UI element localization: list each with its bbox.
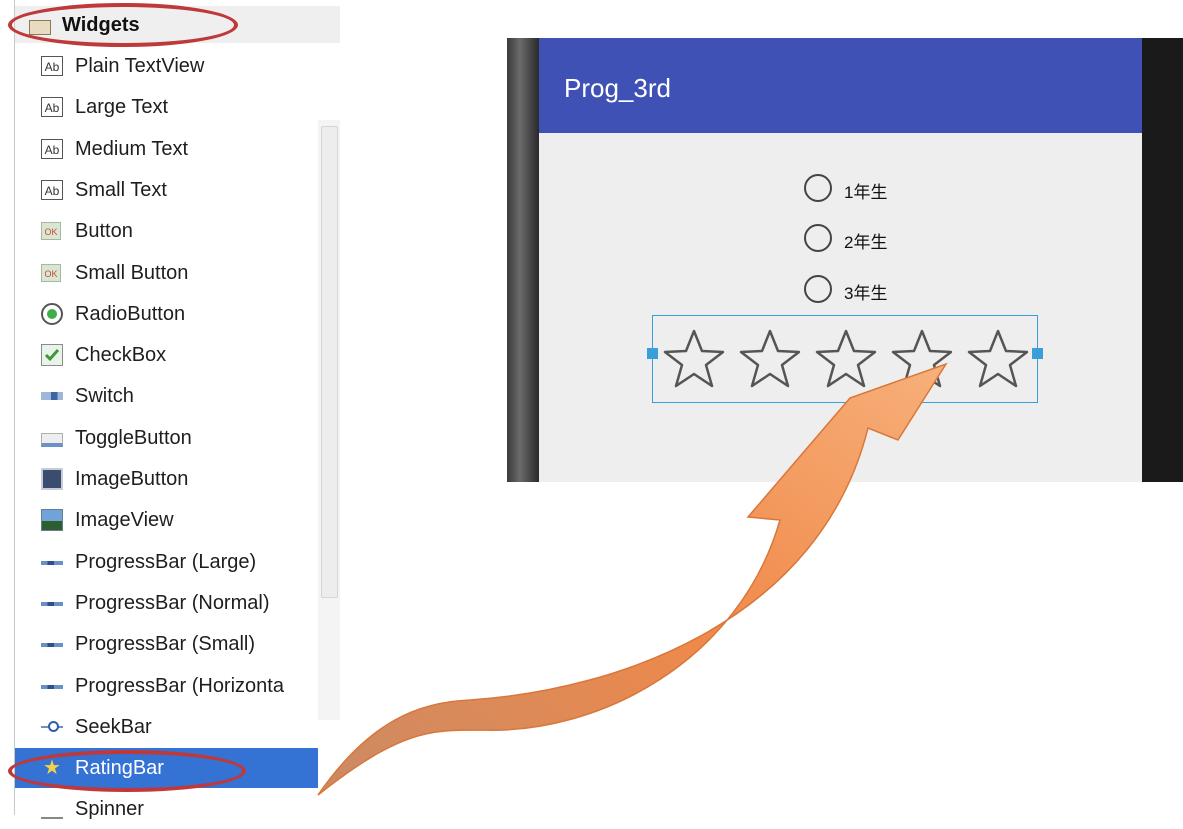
annotation-arrow: [317, 362, 948, 796]
arrow-shape: [317, 362, 948, 796]
